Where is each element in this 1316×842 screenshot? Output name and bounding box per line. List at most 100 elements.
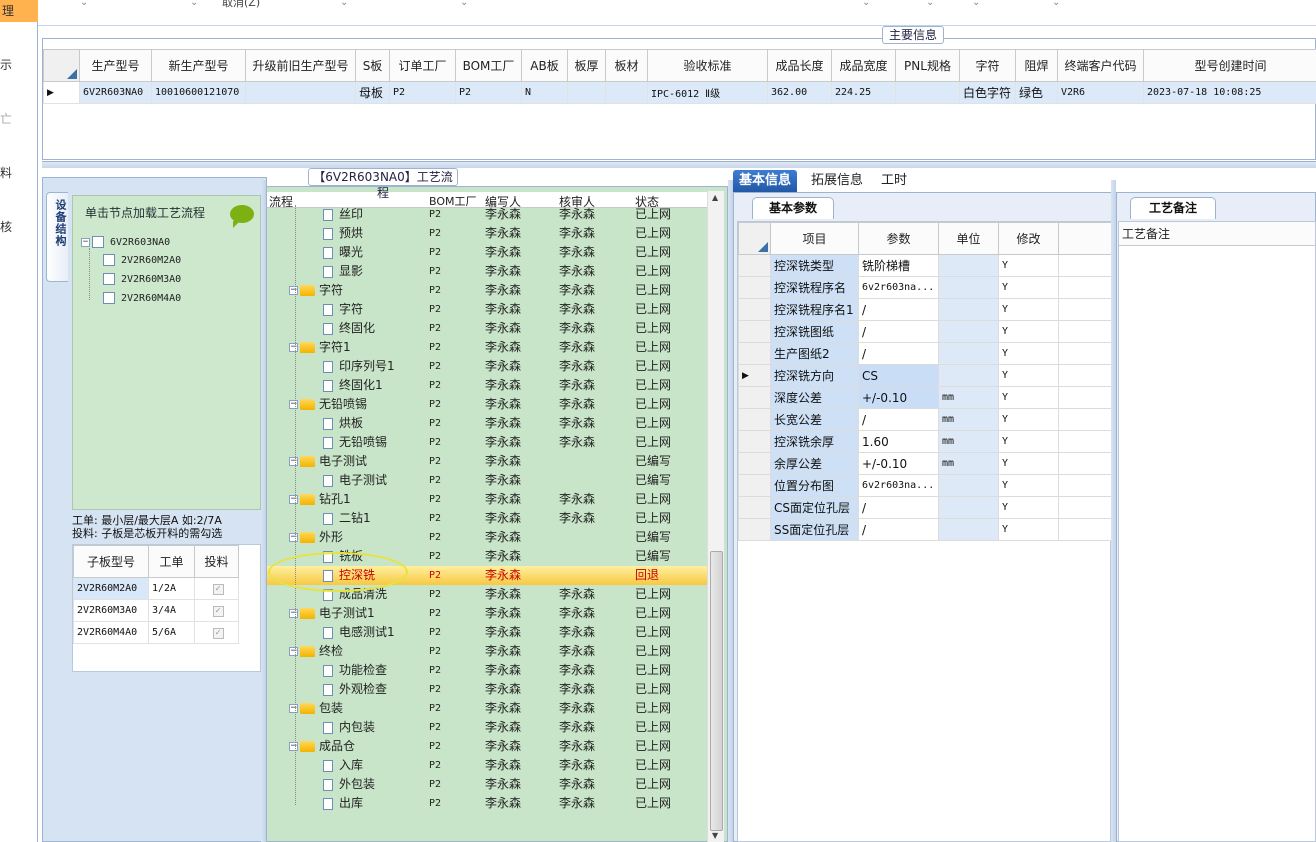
table-cell[interactable] [567, 81, 606, 104]
column-header[interactable]: 字符 [959, 49, 1016, 82]
param-mod-cell[interactable]: Y [998, 364, 1059, 387]
param-unit-cell[interactable] [938, 320, 999, 343]
dropdown-arrow-icon[interactable]: ⌄ [460, 0, 468, 8]
column-header[interactable]: AB板 [521, 49, 568, 82]
table-cell[interactable] [895, 81, 960, 104]
table-cell[interactable]: P2 [455, 81, 522, 104]
table-cell[interactable] [605, 81, 648, 104]
feed-checkbox[interactable]: ✓ [194, 599, 239, 622]
process-row[interactable]: 外包装 P2 李永森 李永森 已上网 [267, 775, 708, 794]
column-header[interactable]: BOM工厂 [455, 49, 522, 82]
feed-checkbox[interactable]: ✓ [194, 577, 239, 600]
param-row[interactable]: SS面定位孔层 / Y [738, 518, 1112, 541]
nav-item[interactable]: 料 [0, 164, 20, 181]
param-row[interactable]: 控深铣程序名 6v2r603na... Y [738, 276, 1112, 299]
param-row[interactable]: CS面定位孔层 / Y [738, 496, 1112, 519]
process-notes-area[interactable]: 工艺备注 [1118, 221, 1316, 842]
table-cell[interactable]: 1/2A [148, 577, 195, 600]
param-unit-cell[interactable]: mm [938, 386, 999, 409]
param-row[interactable]: 长宽公差 / mm Y [738, 408, 1112, 431]
table-cell[interactable]: 5/6A [148, 621, 195, 644]
process-row[interactable]: − 电子测试1 P2 李永森 李永森 已上网 [267, 604, 708, 623]
param-unit-cell[interactable]: mm [938, 452, 999, 475]
collapse-icon[interactable]: − [289, 400, 298, 409]
column-header[interactable]: 子板型号 [73, 545, 149, 578]
collapse-icon[interactable]: − [289, 286, 298, 295]
process-row[interactable]: 控深铣 P2 李永森 回退 [267, 566, 708, 585]
tab-work-hours[interactable]: 工时 [875, 170, 913, 192]
process-row[interactable]: 电感测试1 P2 李永森 李永森 已上网 [267, 623, 708, 642]
collapse-icon[interactable]: − [81, 237, 90, 247]
process-row[interactable]: 功能检查 P2 李永森 李永森 已上网 [267, 661, 708, 680]
process-row[interactable]: − 终检 P2 李永森 李永森 已上网 [267, 642, 708, 661]
param-row[interactable]: 控深铣类型 铣阶梯槽 Y [738, 254, 1112, 277]
process-row[interactable]: 无铅喷锡 P2 李永森 李永森 已上网 [267, 433, 708, 452]
param-value-cell[interactable]: 1.60 [858, 430, 939, 453]
column-header[interactable]: 终端客户代码 [1057, 49, 1144, 82]
process-row[interactable]: 成品清洗 P2 李永森 李永森 已上网 [267, 585, 708, 604]
tab-process-notes[interactable]: 工艺备注 [1130, 197, 1216, 219]
process-row[interactable]: − 电子测试 P2 李永森 已编写 [267, 452, 708, 471]
param-item-cell[interactable]: 深度公差 [770, 386, 859, 409]
param-value-cell[interactable]: 6v2r603na... [858, 276, 939, 299]
column-header[interactable]: 参数 [858, 222, 939, 255]
collapse-icon[interactable]: − [289, 704, 298, 713]
param-mod-cell[interactable]: Y [998, 386, 1059, 409]
param-item-cell[interactable]: 控深铣余厚 [770, 430, 859, 453]
param-unit-cell[interactable] [938, 364, 999, 387]
param-unit-cell[interactable] [938, 298, 999, 321]
param-value-cell[interactable]: 6v2r603na... [858, 474, 939, 497]
table-cell[interactable]: 10010600121070 [151, 81, 246, 104]
table-cell[interactable]: V2R6 [1057, 81, 1144, 104]
param-mod-cell[interactable]: Y [998, 320, 1059, 343]
param-item-cell[interactable]: CS面定位孔层 [770, 496, 859, 519]
column-header[interactable]: 成品宽度 [831, 49, 896, 82]
dropdown-arrow-icon[interactable]: ⌄ [80, 0, 88, 8]
process-row[interactable]: − 无铅喷锡 P2 李永森 李永森 已上网 [267, 395, 708, 414]
collapse-icon[interactable]: − [289, 609, 298, 618]
process-row[interactable]: 入库 P2 李永森 李永森 已上网 [267, 756, 708, 775]
nav-item[interactable]: 示 [0, 56, 20, 73]
scrollbar[interactable]: ▲ ▼ [707, 191, 724, 842]
tree-root-node[interactable]: − 6V2R603NA0 [81, 236, 170, 248]
process-row[interactable]: − 字符1 P2 李永森 李永森 已上网 [267, 338, 708, 357]
param-item-cell[interactable]: SS面定位孔层 [770, 518, 859, 541]
process-row[interactable]: − 外形 P2 李永森 已编写 [267, 528, 708, 547]
column-header[interactable]: S板 [355, 49, 390, 82]
column-header[interactable]: 验收标准 [647, 49, 768, 82]
column-header[interactable]: 单位 [938, 222, 999, 255]
param-row[interactable]: 控深铣图纸 / Y [738, 320, 1112, 343]
param-item-cell[interactable]: 控深铣方向 [770, 364, 859, 387]
param-item-cell[interactable]: 位置分布图 [770, 474, 859, 497]
table-cell[interactable] [245, 81, 356, 104]
param-item-cell[interactable]: 生产图纸2 [770, 342, 859, 365]
table-cell[interactable]: 母板 [355, 81, 390, 104]
horizontal-splitter[interactable] [42, 161, 1316, 168]
param-item-cell[interactable]: 控深铣程序名 [770, 276, 859, 299]
param-item-cell[interactable]: 余厚公差 [770, 452, 859, 475]
process-row[interactable]: 烘板 P2 李永森 李永森 已上网 [267, 414, 708, 433]
param-mod-cell[interactable]: Y [998, 496, 1059, 519]
column-header[interactable]: 升级前旧生产型号 [245, 49, 356, 82]
table-row[interactable]: ▶ 6V2R603NA0 10010600121070 母板 P2 P2 N I… [43, 81, 1316, 104]
column-header[interactable]: 生产型号 [79, 49, 152, 82]
process-row[interactable]: 终固化1 P2 李永森 李永森 已上网 [267, 376, 708, 395]
param-mod-cell[interactable]: Y [998, 474, 1059, 497]
column-header[interactable]: 阻焊 [1015, 49, 1058, 82]
param-item-cell[interactable]: 控深铣程序名1 [770, 298, 859, 321]
param-unit-cell[interactable] [938, 254, 999, 277]
param-value-cell[interactable]: / [858, 496, 939, 519]
param-value-cell[interactable]: / [858, 518, 939, 541]
table-cell[interactable]: 362.00 [767, 81, 832, 104]
side-tab-device-structure[interactable]: 设备结构 [46, 192, 68, 282]
process-row[interactable]: 显影 P2 李永森 李永森 已上网 [267, 262, 708, 281]
table-cell[interactable]: 3/4A [148, 599, 195, 622]
table-cell[interactable]: P2 [389, 81, 456, 104]
column-header[interactable]: 投料 [194, 545, 239, 578]
scroll-thumb[interactable] [710, 551, 723, 831]
param-row[interactable]: 控深铣余厚 1.60 mm Y [738, 430, 1112, 453]
grid-corner[interactable] [43, 49, 80, 82]
collapse-icon[interactable]: − [289, 742, 298, 751]
param-unit-cell[interactable] [938, 342, 999, 365]
tab-basic-info[interactable]: 基本信息 [733, 170, 798, 192]
